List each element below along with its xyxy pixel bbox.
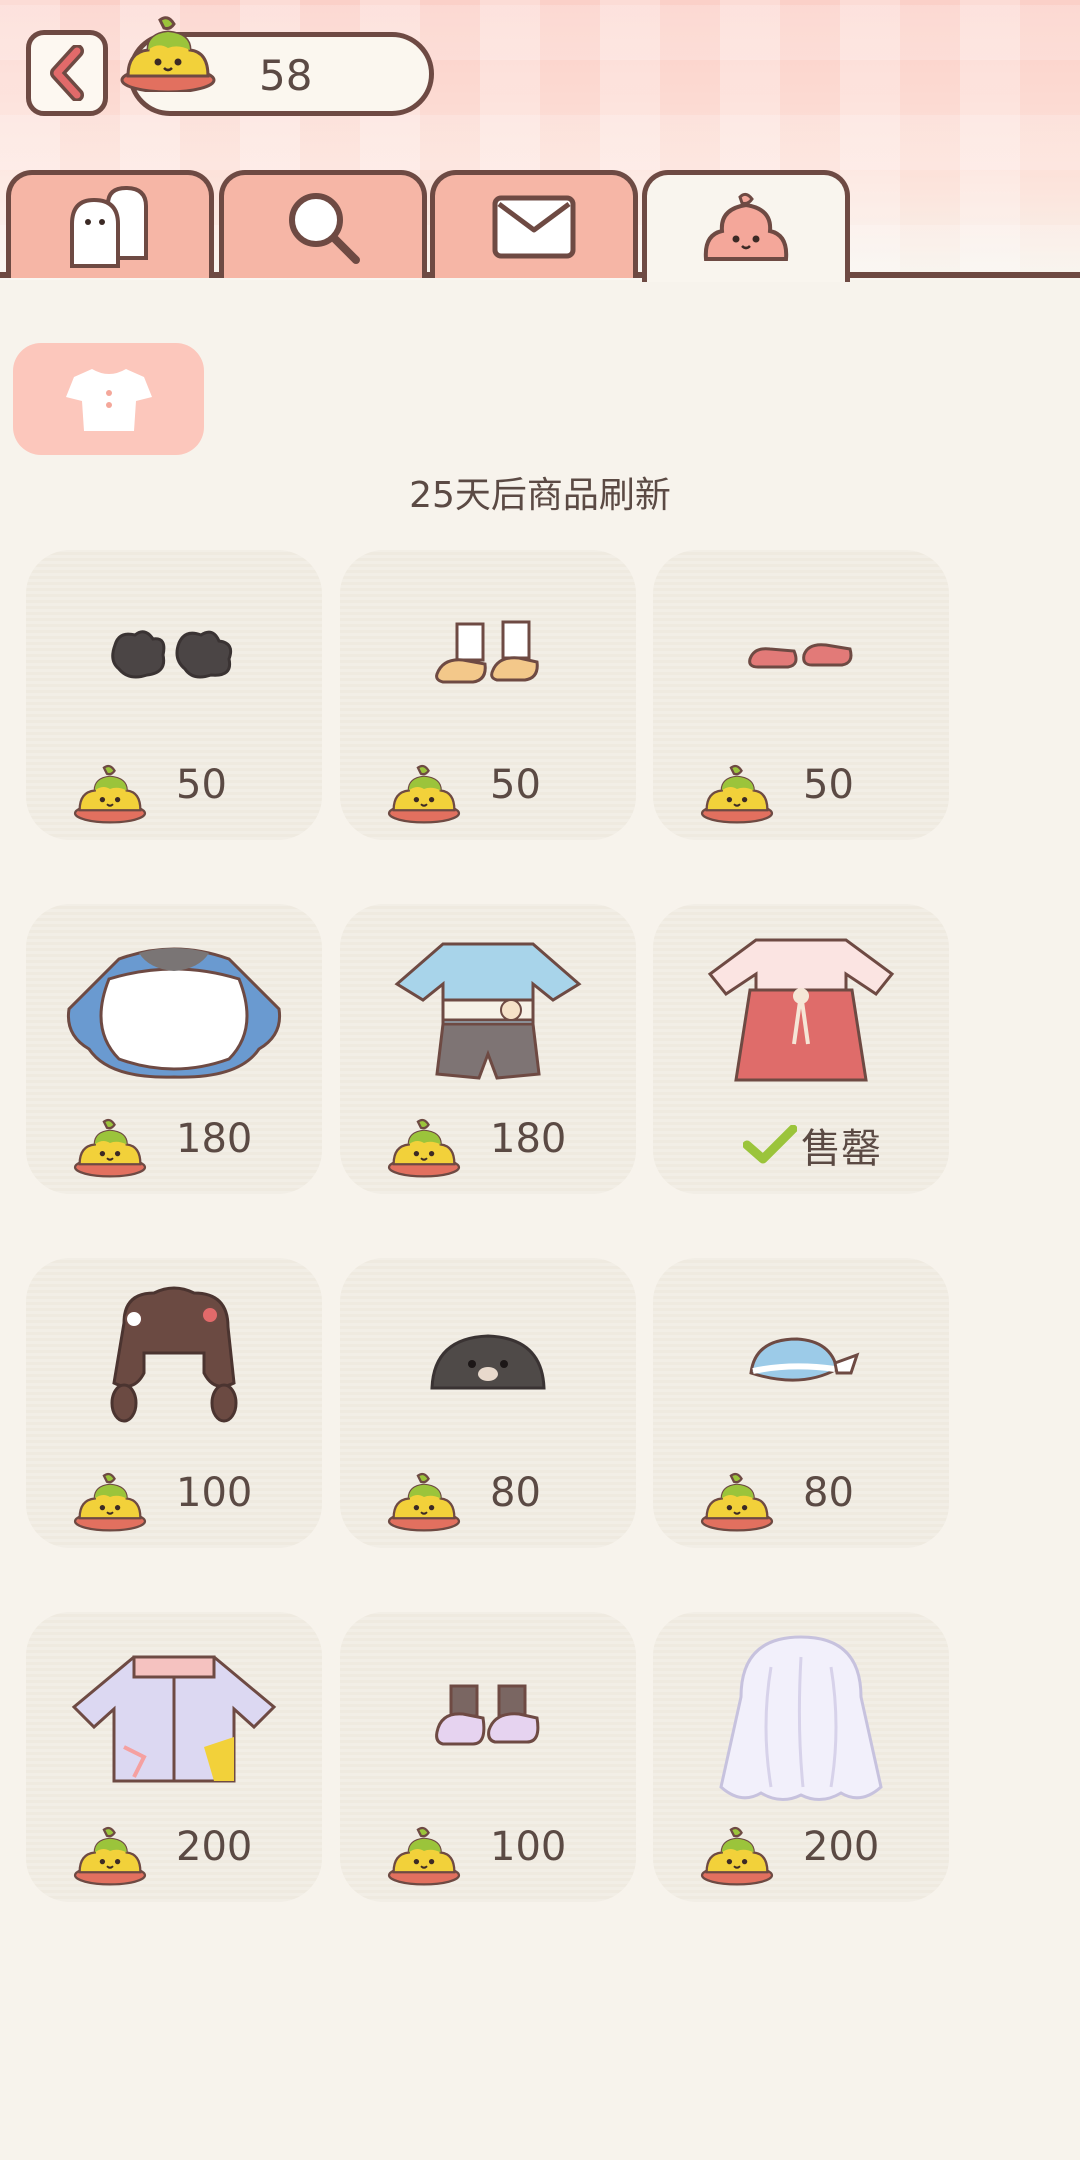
poop-coin-icon — [387, 764, 461, 824]
check-icon — [743, 1125, 797, 1164]
poop-coin-icon — [73, 1472, 147, 1532]
chevron-left-icon — [50, 45, 84, 101]
item-blue-bandana-image — [653, 1258, 949, 1468]
shop-item-card[interactable]: 180 — [26, 904, 322, 1194]
price-coin — [386, 1114, 462, 1182]
poop-coin-icon — [700, 1826, 774, 1886]
sold-out-label: 售罄 — [743, 1116, 881, 1174]
price-coin — [386, 760, 462, 828]
shirt-icon — [65, 369, 152, 431]
price-coin — [72, 760, 148, 828]
shop-item-card[interactable]: 80 — [340, 1258, 636, 1548]
price-coin — [699, 760, 775, 828]
item-red-flat-shoes-image — [653, 550, 949, 760]
tab-friends[interactable] — [6, 170, 214, 278]
shop-item-card[interactable]: 100 — [340, 1612, 636, 1902]
search-icon — [289, 192, 360, 264]
shop-item-card[interactable]: 200 — [653, 1612, 949, 1902]
item-blue-hanfu-outfit-image — [340, 904, 636, 1114]
item-price: 80 — [490, 1470, 541, 1516]
price-coin — [72, 1114, 148, 1182]
item-price: 180 — [490, 1116, 567, 1162]
item-pink-sneakers-image — [340, 1612, 636, 1822]
item-price: 50 — [176, 762, 227, 808]
back-button[interactable] — [26, 30, 108, 116]
item-price: 80 — [803, 1470, 854, 1516]
category-clothes-button[interactable] — [13, 343, 204, 455]
price-coin — [72, 1822, 148, 1890]
tab-search[interactable] — [219, 170, 427, 278]
price-coin — [699, 1468, 775, 1536]
poop-coin-icon — [73, 764, 147, 824]
item-price: 200 — [176, 1824, 253, 1870]
item-white-socks-sandals-image — [340, 550, 636, 760]
item-red-hanfu-dress-image — [653, 904, 949, 1114]
tab-shop[interactable] — [642, 170, 850, 282]
tab-mail[interactable] — [430, 170, 638, 278]
item-dark-fuzzy-gloves-image — [26, 550, 322, 760]
currency-amount: 58 — [259, 51, 313, 100]
poop-coin-icon — [387, 1472, 461, 1532]
shop-item-card[interactable]: 80 — [653, 1258, 949, 1548]
shop-item-card[interactable]: 100 — [26, 1258, 322, 1548]
shop-item-card[interactable]: 50 — [653, 550, 949, 840]
mail-icon — [492, 195, 576, 258]
price-coin — [699, 1822, 775, 1890]
refresh-countdown: 25天后商品刷新 — [409, 475, 671, 516]
poop-coin-icon — [387, 1826, 461, 1886]
ghost-friends-icon — [70, 185, 148, 268]
poop-coin-icon — [700, 1472, 774, 1532]
item-price: 50 — [490, 762, 541, 808]
sold-out-text: 售罄 — [801, 1126, 881, 1172]
shop-item-card[interactable]: 售罄 — [653, 904, 949, 1194]
poop-coin-icon — [120, 16, 216, 92]
item-price: 100 — [176, 1470, 253, 1516]
poop-coin-icon — [700, 764, 774, 824]
price-coin — [72, 1468, 148, 1536]
shop-item-card[interactable]: 200 — [26, 1612, 322, 1902]
poop-coin-icon — [387, 1118, 461, 1178]
poop-coin-icon — [73, 1826, 147, 1886]
price-coin — [386, 1468, 462, 1536]
price-coin — [386, 1822, 462, 1890]
item-price: 180 — [176, 1116, 253, 1162]
item-price: 50 — [803, 762, 854, 808]
item-pastel-track-jacket-image — [26, 1612, 322, 1822]
item-white-blue-cape-image — [26, 904, 322, 1114]
shop-item-card[interactable]: 180 — [340, 904, 636, 1194]
shop-item-card[interactable]: 50 — [340, 550, 636, 840]
item-brown-braided-hair-image — [26, 1258, 322, 1468]
item-price: 100 — [490, 1824, 567, 1870]
item-price: 200 — [803, 1824, 880, 1870]
shop-item-card[interactable]: 50 — [26, 550, 322, 840]
poop-coin-icon — [73, 1118, 147, 1178]
pink-blob-icon — [703, 192, 789, 261]
item-white-long-wig-image — [653, 1612, 949, 1822]
item-mole-hat-image — [340, 1258, 636, 1468]
